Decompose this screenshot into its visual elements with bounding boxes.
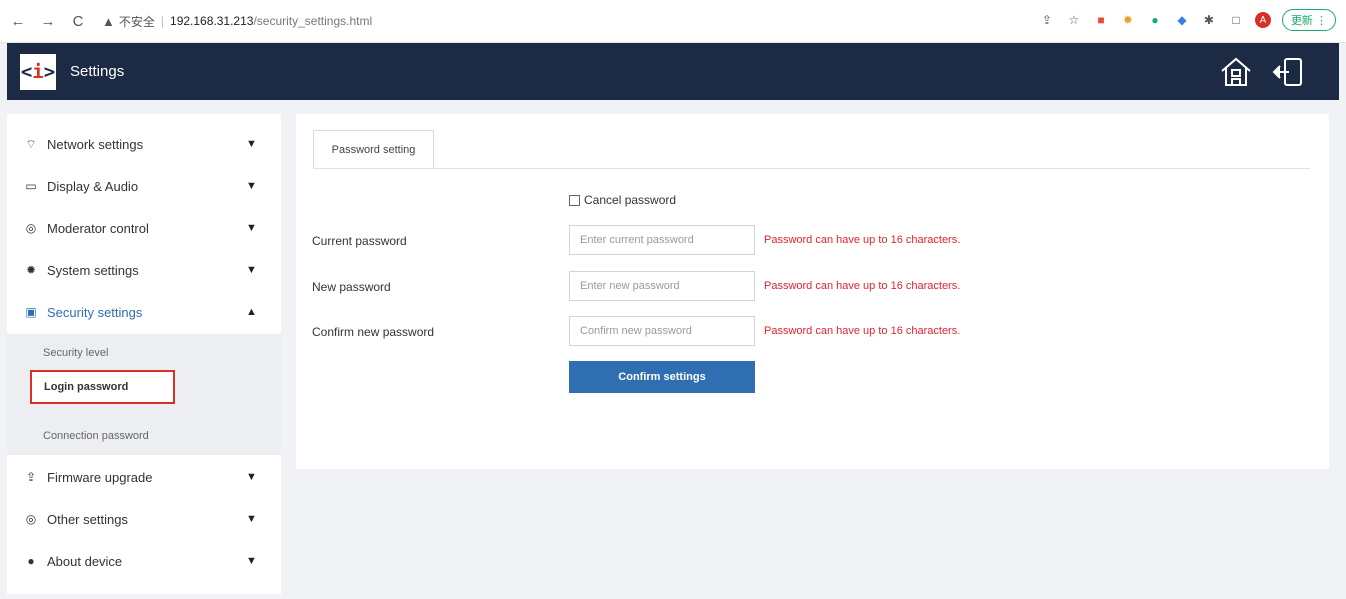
sidebar-item-label: Other settings — [47, 511, 128, 527]
sidebar-item-label: About device — [47, 553, 123, 569]
gear-icon: ✹ — [25, 263, 37, 277]
sidebar-item-about-device[interactable]: ● About device ▼ — [7, 541, 281, 581]
chevron-down-icon: ▼ — [246, 471, 257, 483]
warning-icon[interactable]: ▲ — [102, 14, 115, 29]
tab-divider — [313, 168, 1310, 169]
insecure-label[interactable]: 不安全 — [119, 13, 155, 30]
sidebar-item-security-settings[interactable]: ▣ Security settings ▲ — [7, 292, 281, 332]
app-logo: < i > — [20, 53, 56, 90]
logo-left-bracket: < — [20, 60, 33, 83]
sidebar-item-label: Moderator control — [47, 220, 149, 236]
reload-button[interactable]: C — [66, 13, 90, 30]
page-title: Settings — [70, 63, 125, 80]
url-path[interactable]: /security_settings.html — [253, 14, 372, 28]
url-host[interactable]: 192.168.31.213 — [170, 14, 253, 28]
submenu-item-security-level[interactable]: Security level — [43, 347, 108, 359]
sidebar-item-label: Display & Audio — [47, 178, 139, 194]
cancel-password-label: Cancel password — [584, 193, 677, 207]
confirm-password-hint: Password can have up to 16 characters. — [764, 325, 961, 337]
sidebar-item-label: Network settings — [47, 136, 144, 152]
sidebar-item-moderator-control[interactable]: ◎ Moderator control ▼ — [7, 208, 281, 248]
sidebar-item-system-settings[interactable]: ✹ System settings ▼ — [7, 250, 281, 290]
logo-letter: i — [32, 60, 44, 83]
security-submenu: Security level Login password Connection… — [7, 334, 281, 455]
chevron-down-icon: ▼ — [246, 180, 257, 192]
chevron-up-icon: ▲ — [246, 306, 257, 318]
sidebar-item-label: Security settings — [47, 304, 143, 320]
submenu-item-login-password[interactable]: Login password — [30, 370, 175, 404]
confirm-password-input[interactable] — [569, 316, 755, 346]
lock-icon: ▣ — [25, 305, 37, 319]
back-button[interactable]: ← — [6, 13, 30, 30]
upload-icon: ⇪ — [25, 470, 37, 484]
new-password-input[interactable] — [569, 271, 755, 301]
chevron-down-icon: ▼ — [246, 513, 257, 525]
sidebar: ⌔ Network settings ▼ ▭ Display & Audio ▼… — [7, 114, 281, 594]
sidebar-item-label: Firmware upgrade — [47, 469, 153, 485]
sidebar-item-other-settings[interactable]: ◎ Other settings ▼ — [7, 499, 281, 539]
info-icon: ● — [27, 554, 35, 568]
other-icon: ◎ — [25, 512, 37, 526]
browser-extensions: ⇪ ☆ ■ ✸ ● ◆ ✱ □ A 更新 ⋮ — [1039, 9, 1336, 31]
sidebar-item-label: System settings — [47, 262, 139, 278]
chevron-down-icon: ▼ — [246, 555, 257, 567]
extension-green-icon[interactable]: ● — [1147, 12, 1163, 28]
new-password-hint: Password can have up to 16 characters. — [764, 280, 961, 292]
sidebar-item-network-settings[interactable]: ⌔ Network settings ▼ — [7, 124, 281, 164]
submenu-item-connection-password[interactable]: Connection password — [43, 430, 149, 442]
cancel-password-checkbox[interactable] — [569, 194, 580, 206]
forward-button[interactable]: → — [36, 13, 60, 30]
url-separator: | — [160, 14, 165, 28]
browser-toolbar: ← → C ▲ 不安全 | 192.168.31.213/security_se… — [0, 0, 1346, 43]
sidebar-item-display-audio[interactable]: ▭ Display & Audio ▼ — [7, 166, 281, 206]
header-actions — [1219, 55, 1305, 89]
cancel-password-option[interactable]: Cancel password — [569, 193, 676, 207]
current-password-input[interactable] — [569, 225, 755, 255]
moderator-icon: ◎ — [25, 221, 37, 235]
chevron-down-icon: ▼ — [246, 222, 257, 234]
logo-right-bracket: > — [43, 60, 56, 83]
extension-orange-icon[interactable]: ✸ — [1120, 12, 1136, 28]
new-password-label: New password — [312, 280, 391, 294]
puzzle-icon[interactable]: ✱ — [1201, 12, 1217, 28]
confirm-password-label: Confirm new password — [312, 325, 435, 339]
share-icon[interactable]: ⇪ — [1039, 12, 1055, 28]
extension-blue-icon[interactable]: ◆ — [1174, 12, 1190, 28]
logout-icon[interactable] — [1271, 55, 1305, 89]
app-header: < i > Settings — [7, 43, 1339, 100]
tab-password-setting[interactable]: Password setting — [313, 130, 434, 169]
sidebar-item-firmware-upgrade[interactable]: ⇪ Firmware upgrade ▼ — [7, 457, 281, 497]
password-settings-card: Password setting Cancel password Current… — [296, 114, 1329, 469]
update-button[interactable]: 更新 ⋮ — [1281, 9, 1336, 31]
home-icon[interactable] — [1219, 55, 1253, 89]
wifi-icon: ⌔ — [25, 136, 37, 151]
current-password-label: Current password — [312, 234, 407, 248]
confirm-settings-button[interactable]: Confirm settings — [569, 361, 755, 393]
star-icon[interactable]: ☆ — [1066, 12, 1082, 28]
chevron-down-icon: ▼ — [246, 264, 257, 276]
current-password-hint: Password can have up to 16 characters. — [764, 234, 961, 246]
monitor-icon: ▭ — [25, 179, 37, 193]
chevron-down-icon: ▼ — [246, 138, 257, 150]
extension-red-icon[interactable]: ■ — [1093, 12, 1109, 28]
profile-avatar[interactable]: A — [1254, 12, 1271, 28]
sidepanel-icon[interactable]: □ — [1228, 12, 1244, 28]
